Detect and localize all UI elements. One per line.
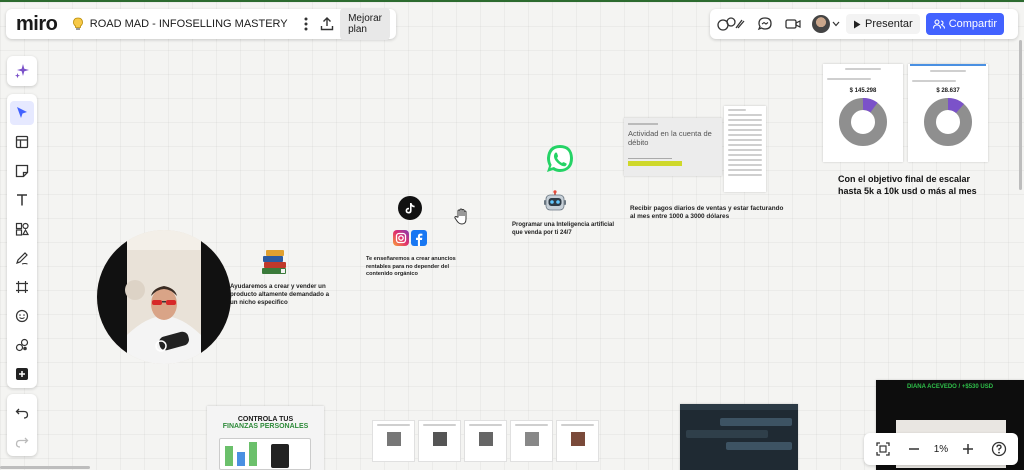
debit-activity-card[interactable]: Actividad en la cuenta de débito bbox=[624, 118, 722, 176]
slide-thumb-4[interactable] bbox=[510, 420, 553, 462]
redo-button[interactable] bbox=[10, 430, 34, 454]
shapes-icon bbox=[15, 222, 29, 236]
layout-icon bbox=[15, 135, 29, 148]
shapes-tool[interactable] bbox=[10, 217, 34, 241]
transactions-list-card[interactable] bbox=[724, 106, 766, 192]
donut-chart-1 bbox=[839, 98, 887, 146]
fit-screen-icon bbox=[876, 442, 890, 456]
plus-box-icon bbox=[16, 367, 28, 380]
hand-cursor-icon bbox=[452, 207, 472, 232]
templates-tool[interactable] bbox=[10, 130, 34, 154]
donut-chart-2 bbox=[924, 98, 972, 146]
text-icon bbox=[17, 193, 27, 205]
stickers-tool[interactable] bbox=[10, 304, 34, 328]
payments-text: Recibir pagos diarios de ventas y estar … bbox=[630, 205, 784, 220]
slide-thumb-2[interactable] bbox=[418, 420, 461, 462]
share-label: Compartir bbox=[948, 18, 997, 30]
reactions-icon[interactable] bbox=[714, 13, 748, 35]
zoom-controls: 1% bbox=[864, 433, 1018, 465]
tiktok-icon bbox=[398, 196, 422, 220]
board-canvas[interactable]: Ayudaremos a crear y vender un producto … bbox=[0, 2, 1024, 470]
robot-icon bbox=[543, 190, 567, 219]
frame-tool[interactable] bbox=[10, 275, 34, 299]
frame-icon bbox=[16, 280, 28, 293]
share-button[interactable]: Compartir bbox=[925, 13, 1004, 35]
miro-logo[interactable]: miro bbox=[16, 13, 58, 36]
whatsapp-icon bbox=[543, 142, 577, 181]
fit-to-screen-button[interactable] bbox=[872, 438, 894, 460]
undo-button[interactable] bbox=[10, 401, 34, 425]
facebook-icon bbox=[411, 230, 427, 246]
present-button[interactable]: Presentar bbox=[846, 14, 920, 34]
slide-thumb-1[interactable] bbox=[372, 420, 415, 462]
sparkle-icon bbox=[15, 64, 29, 79]
presenter-image bbox=[97, 230, 231, 364]
lightbulb-icon[interactable] bbox=[71, 13, 83, 35]
help-icon bbox=[991, 441, 1006, 457]
apps-tool[interactable] bbox=[10, 333, 34, 357]
more-tools-button[interactable] bbox=[10, 362, 34, 386]
plus-icon bbox=[962, 444, 973, 454]
zoom-level[interactable]: 1% bbox=[934, 444, 948, 455]
redo-icon bbox=[15, 437, 29, 448]
finance-title-2: FINANZAS PERSONALES bbox=[222, 423, 309, 430]
users-icon bbox=[932, 19, 945, 29]
apps-icon bbox=[15, 338, 29, 351]
present-label: Presentar bbox=[865, 18, 913, 30]
undo-icon bbox=[15, 408, 29, 419]
emoji-icon bbox=[15, 309, 29, 322]
testimonial-header: DIANA ACEVEDO / +$530 USD bbox=[906, 384, 994, 390]
help-button[interactable] bbox=[988, 438, 1010, 460]
chat-comments-icon[interactable] bbox=[754, 13, 776, 35]
upgrade-plan-button[interactable]: Mejorar plan bbox=[340, 8, 390, 40]
minus-icon bbox=[909, 448, 920, 450]
avatar bbox=[812, 15, 830, 33]
play-icon bbox=[854, 20, 861, 28]
history-panel bbox=[7, 394, 37, 456]
goal-text: Con el objetivo final de escalar hasta 5… bbox=[838, 174, 977, 196]
instagram-icon bbox=[393, 230, 409, 246]
user-avatar-menu[interactable] bbox=[812, 15, 840, 33]
slide-thumb-5[interactable] bbox=[556, 420, 599, 462]
more-vertical-icon[interactable] bbox=[300, 13, 312, 35]
ai-assist-button[interactable] bbox=[7, 56, 37, 86]
sticky-note-icon bbox=[15, 164, 29, 177]
pen-icon bbox=[16, 251, 28, 264]
presenter-video[interactable] bbox=[97, 230, 231, 364]
collaboration-bar: Presentar Compartir bbox=[710, 9, 1018, 39]
debit-card-title: Actividad en la cuenta de débito bbox=[628, 128, 712, 147]
zoom-out-button[interactable] bbox=[903, 438, 925, 460]
zoom-in-button[interactable] bbox=[957, 438, 979, 460]
pen-tool[interactable] bbox=[10, 246, 34, 270]
board-header: miro ROAD MAD - INFOSELLING MASTERY Mejo… bbox=[6, 8, 396, 40]
stats-card-2[interactable]: $ 28.637 bbox=[908, 64, 988, 162]
export-upload-icon[interactable] bbox=[320, 13, 334, 35]
cursor-arrow-icon bbox=[17, 106, 27, 118]
video-call-icon[interactable] bbox=[782, 13, 804, 35]
books-icon bbox=[259, 248, 289, 276]
chevron-down-icon bbox=[832, 21, 840, 27]
products-text: Ayudaremos a crear y vender un producto … bbox=[230, 283, 330, 306]
ai-text: Programar una Inteligencia artificial qu… bbox=[512, 222, 615, 236]
stats-card-1[interactable]: $ 145.298 bbox=[823, 64, 903, 162]
chat-screenshot[interactable] bbox=[680, 404, 798, 470]
finance-poster[interactable]: CONTROLA TUS FINANZAS PERSONALES bbox=[207, 406, 324, 470]
sticky-note-tool[interactable] bbox=[10, 159, 34, 183]
ads-text: Te enseñaremos a crear anuncios rentable… bbox=[366, 256, 456, 277]
vertical-scrollbar[interactable] bbox=[1019, 40, 1022, 190]
slide-thumb-3[interactable] bbox=[464, 420, 507, 462]
board-title[interactable]: ROAD MAD - INFOSELLING MASTERY bbox=[90, 18, 288, 30]
horizontal-scrollbar[interactable] bbox=[0, 466, 90, 469]
text-tool[interactable] bbox=[10, 188, 34, 212]
select-tool[interactable] bbox=[10, 100, 34, 125]
toolbar bbox=[7, 94, 37, 388]
finance-title-1: CONTROLA TUS bbox=[237, 416, 294, 423]
